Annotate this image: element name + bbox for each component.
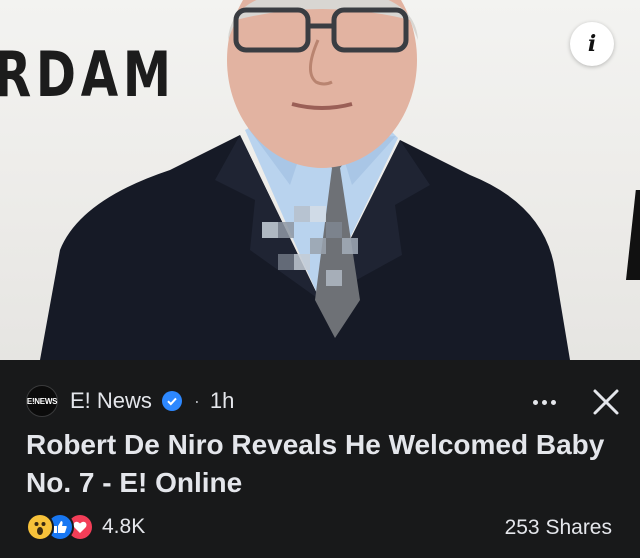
verified-badge-icon: [161, 391, 182, 411]
reaction-count: 4.8K: [102, 515, 146, 538]
post-time[interactable]: 1h: [210, 388, 234, 414]
person-illustration: [40, 0, 570, 360]
more-options-button[interactable]: [528, 388, 560, 416]
close-button[interactable]: [590, 386, 622, 418]
post-image[interactable]: RDAM i: [0, 0, 640, 360]
post-headline[interactable]: Robert De Niro Reveals He Welcomed Baby …: [26, 426, 626, 502]
wow-icon: [26, 513, 54, 541]
source-row: E!NEWS E! News · 1h: [26, 384, 234, 418]
source-name[interactable]: E! News: [70, 388, 152, 414]
separator-dot: ·: [193, 390, 200, 411]
close-icon: [593, 389, 619, 415]
source-avatar[interactable]: E!NEWS: [26, 385, 58, 417]
info-icon: i: [587, 31, 597, 57]
more-options-icon: [531, 399, 558, 405]
reactions-summary[interactable]: 4.8K: [26, 512, 145, 542]
post-details: E!NEWS E! News · 1h Robert De Niro Revea…: [0, 360, 640, 558]
info-button[interactable]: i: [570, 22, 614, 66]
shares-count[interactable]: 253 Shares: [505, 516, 612, 540]
avatar-text: E!NEWS: [26, 396, 58, 406]
